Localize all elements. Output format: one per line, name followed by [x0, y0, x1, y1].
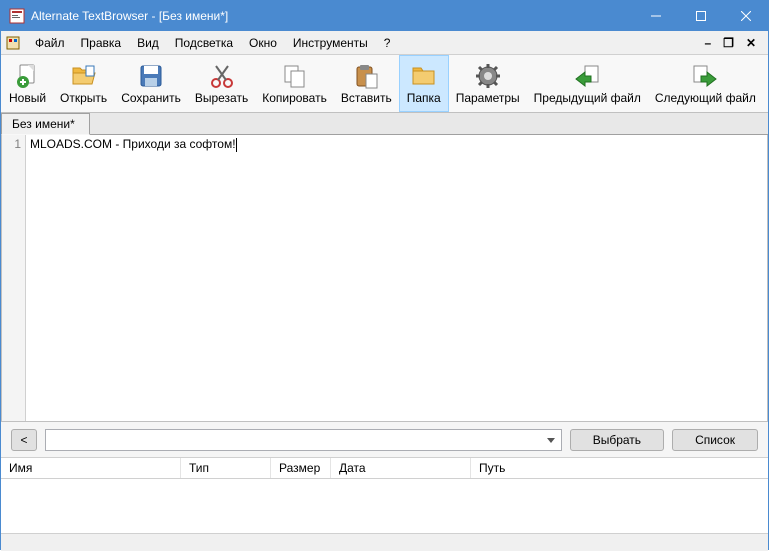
- save-label: Сохранить: [121, 91, 181, 105]
- mdi-close-button[interactable]: ✕: [742, 36, 760, 50]
- save-icon: [135, 62, 167, 90]
- folder-icon: [408, 62, 440, 90]
- editor-area: 1 MLOADS.COM - Приходи за софтом!: [1, 135, 768, 421]
- list-header: Имя Тип Размер Дата Путь: [1, 457, 768, 479]
- close-button[interactable]: [723, 1, 768, 31]
- new-button[interactable]: Новый: [2, 55, 53, 112]
- col-path[interactable]: Путь: [471, 458, 768, 478]
- folder-label: Папка: [407, 91, 441, 105]
- path-combobox[interactable]: [45, 429, 562, 451]
- status-bar: [1, 533, 768, 551]
- gear-icon: [472, 62, 504, 90]
- open-button[interactable]: Открыть: [53, 55, 114, 112]
- cut-button[interactable]: Вырезать: [188, 55, 255, 112]
- tab-strip: Без имени*: [1, 113, 768, 135]
- menu-file[interactable]: Файл: [27, 33, 73, 53]
- mdi-restore-button[interactable]: ❐: [719, 36, 738, 50]
- back-button[interactable]: <: [11, 429, 37, 451]
- toolbar: Новый Открыть Сохранить Вырезать Копиров…: [1, 55, 768, 113]
- text-cursor: [236, 138, 237, 152]
- menu-help[interactable]: ?: [376, 33, 399, 53]
- mdi-minimize-button[interactable]: –: [700, 36, 715, 50]
- copy-button[interactable]: Копировать: [255, 55, 334, 112]
- menu-view[interactable]: Вид: [129, 33, 167, 53]
- document-tab[interactable]: Без имени*: [1, 113, 90, 135]
- params-button[interactable]: Параметры: [449, 55, 527, 112]
- new-label: Новый: [9, 91, 46, 105]
- choose-button[interactable]: Выбрать: [570, 429, 664, 451]
- menu-window[interactable]: Окно: [241, 33, 285, 53]
- text-editor[interactable]: MLOADS.COM - Приходи за софтом!: [26, 135, 767, 421]
- copy-label: Копировать: [262, 91, 327, 105]
- paste-label: Вставить: [341, 91, 392, 105]
- bottom-bar: < Выбрать Список: [1, 421, 768, 457]
- next-file-button[interactable]: Следующий файл: [648, 55, 763, 112]
- next-label: Следующий файл: [655, 91, 756, 105]
- prev-label: Предыдущий файл: [534, 91, 641, 105]
- col-date[interactable]: Дата: [331, 458, 471, 478]
- app-icon: [9, 8, 25, 24]
- tab-label: Без имени*: [12, 117, 75, 131]
- editor-text: MLOADS.COM - Приходи за софтом!: [30, 137, 236, 151]
- paste-button[interactable]: Вставить: [334, 55, 399, 112]
- menu-tools[interactable]: Инструменты: [285, 33, 376, 53]
- save-button[interactable]: Сохранить: [114, 55, 188, 112]
- mdi-app-icon: [5, 35, 21, 51]
- title-bar: Alternate TextBrowser - [Без имени*]: [1, 1, 768, 31]
- list-body[interactable]: [1, 479, 768, 533]
- folder-button[interactable]: Папка: [399, 55, 449, 112]
- menu-bar: Файл Правка Вид Подсветка Окно Инструмен…: [1, 31, 768, 55]
- line-number: 1: [2, 137, 21, 151]
- col-size[interactable]: Размер: [271, 458, 331, 478]
- open-folder-icon: [68, 62, 100, 90]
- line-gutter: 1: [2, 135, 26, 421]
- paste-icon: [350, 62, 382, 90]
- maximize-button[interactable]: [678, 1, 723, 31]
- new-file-icon: [12, 62, 44, 90]
- list-button[interactable]: Список: [672, 429, 758, 451]
- open-label: Открыть: [60, 91, 107, 105]
- menu-edit[interactable]: Правка: [73, 33, 130, 53]
- prev-file-button[interactable]: Предыдущий файл: [527, 55, 648, 112]
- arrow-left-icon: [571, 62, 603, 90]
- menu-highlight[interactable]: Подсветка: [167, 33, 241, 53]
- copy-icon: [279, 62, 311, 90]
- arrow-right-icon: [689, 62, 721, 90]
- window-title: Alternate TextBrowser - [Без имени*]: [31, 9, 633, 23]
- col-type[interactable]: Тип: [181, 458, 271, 478]
- minimize-button[interactable]: [633, 1, 678, 31]
- params-label: Параметры: [456, 91, 520, 105]
- col-name[interactable]: Имя: [1, 458, 181, 478]
- scissors-icon: [206, 62, 238, 90]
- cut-label: Вырезать: [195, 91, 248, 105]
